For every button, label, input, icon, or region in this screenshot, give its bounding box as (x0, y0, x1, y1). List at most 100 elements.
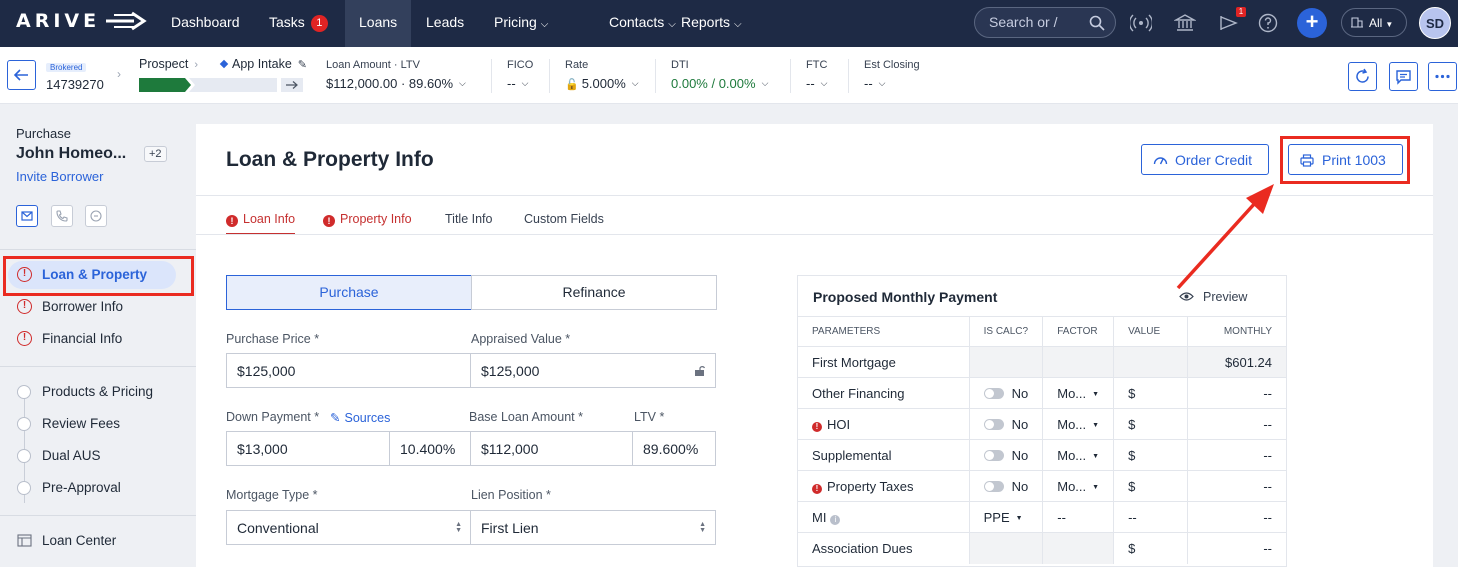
mail-icon (21, 211, 33, 221)
email-button[interactable] (16, 205, 38, 227)
preview-button[interactable]: Preview (1179, 290, 1247, 304)
table-row: ! Property Taxes No Mo... ▼ $ -- (798, 470, 1286, 502)
column-header: PARAMETERS (798, 316, 970, 347)
chevron-down-icon[interactable]: ⌵ (459, 78, 466, 88)
factor-select[interactable]: Mo... ▼ (1042, 470, 1115, 502)
notification-badge: 1 (1236, 7, 1246, 17)
tab-property-info[interactable]: ! Property Info (323, 212, 412, 227)
borrower-name[interactable]: John Homeo... (16, 145, 126, 163)
arive-logo[interactable]: ARIVE (16, 10, 147, 32)
stage-current[interactable]: App Intake ✎ (219, 57, 307, 71)
value-input[interactable]: $ (1113, 377, 1188, 409)
factor-select[interactable]: Mo... ▼ (1042, 377, 1115, 409)
back-button[interactable] (7, 60, 36, 90)
sidebar-item-products-pricing[interactable]: Products & Pricing (0, 376, 196, 408)
value-input[interactable]: $ (1113, 470, 1188, 502)
toggle-switch[interactable] (983, 387, 1004, 399)
loan-center-icon (17, 534, 32, 547)
down-payment-percent-input[interactable]: 10.400% (389, 431, 471, 466)
calc-toggle[interactable]: No (969, 408, 1044, 440)
bank-icon[interactable] (1174, 12, 1196, 34)
mortgage-type-select[interactable]: Conventional ▲ ▼ (226, 510, 472, 545)
sms-button[interactable] (85, 205, 107, 227)
caret-down-icon: ▼ (1092, 421, 1100, 429)
user-avatar[interactable]: SD (1419, 7, 1451, 39)
caret-down-icon: ▼ (1092, 390, 1100, 398)
tab-custom-fields[interactable]: Custom Fields (524, 212, 604, 226)
sources-link[interactable]: ✎ Sources (330, 410, 390, 425)
rate-field[interactable]: Rate 🔓 5.000% ⌵ (565, 59, 639, 91)
est-closing-field[interactable]: Est Closing -- ⌵ (864, 59, 920, 91)
help-icon[interactable] (1257, 12, 1279, 34)
additional-borrowers-badge[interactable]: +2 (144, 146, 167, 162)
order-credit-button[interactable]: Order Credit (1141, 144, 1269, 175)
nav-leads[interactable]: Leads (414, 0, 476, 47)
factor-select[interactable]: Mo... ▼ (1042, 408, 1115, 440)
purpose-refinance-option[interactable]: Refinance (471, 275, 717, 310)
nav-pricing[interactable]: Pricing ⌵ (482, 0, 560, 47)
invite-borrower-link[interactable]: Invite Borrower (16, 169, 103, 184)
sidebar-item-financial-info[interactable]: ! Financial Info (0, 323, 196, 355)
refresh-button[interactable] (1348, 62, 1377, 91)
purpose-purchase-option[interactable]: Purchase (226, 275, 472, 310)
base-loan-amount-input[interactable]: $112,000 (470, 431, 633, 466)
caret-down-icon: ▼ (1385, 20, 1394, 29)
calc-toggle[interactable]: No (969, 377, 1044, 409)
mi-source-select[interactable]: PPE ▼ (969, 501, 1044, 533)
toggle-switch[interactable] (983, 480, 1004, 492)
tab-title-info[interactable]: Title Info (445, 212, 492, 226)
company-filter-select[interactable]: All ▼ (1341, 8, 1407, 37)
calc-toggle[interactable]: No (969, 470, 1044, 502)
chevron-down-icon: ⌵ (540, 19, 549, 30)
value-input[interactable]: $ (1113, 439, 1188, 471)
global-search-input[interactable]: Search or / (974, 7, 1116, 38)
table-row: Other Financing No Mo... ▼ $ -- (798, 377, 1286, 409)
toggle-switch[interactable] (983, 418, 1004, 430)
error-icon: ! (17, 331, 32, 346)
ftc-field[interactable]: FTC -- ⌵ (806, 59, 828, 91)
down-payment-label: Down Payment * (226, 410, 320, 424)
lien-position-label: Lien Position * (471, 488, 551, 502)
page-title: Loan & Property Info (226, 148, 434, 171)
dti-field[interactable]: DTI 0.00% / 0.00% ⌵ (671, 59, 768, 91)
appraised-value-input[interactable]: $125,000 (470, 353, 716, 388)
loan-purpose: Purchase (16, 126, 71, 141)
building-icon (1351, 17, 1363, 28)
value-input[interactable]: $ (1113, 532, 1188, 564)
create-new-button[interactable]: + (1297, 8, 1327, 38)
sort-arrows-icon: ▲ ▼ (455, 521, 462, 534)
annotation-arrow-icon (1176, 184, 1274, 290)
table-row: First Mortgage $601.24 (798, 346, 1286, 378)
value-input[interactable]: $ (1113, 408, 1188, 440)
purchase-price-input[interactable]: $125,000 (226, 353, 472, 388)
ltv-input[interactable]: 89.600% (632, 431, 716, 466)
sidebar-item-review-fees[interactable]: Review Fees (0, 408, 196, 440)
nav-tasks[interactable]: Tasks 1 (257, 0, 340, 47)
sidebar-item-pre-approval[interactable]: Pre-Approval (0, 472, 196, 504)
nav-reports[interactable]: Reports ⌵ (669, 0, 754, 47)
fico-field[interactable]: FICO -- ⌵ (507, 59, 533, 91)
info-icon[interactable]: i (830, 514, 841, 525)
toggle-switch[interactable] (983, 449, 1004, 461)
chevron-down-icon: ⌵ (878, 78, 886, 88)
calc-toggle[interactable]: No (969, 439, 1044, 471)
down-payment-input[interactable]: $13,000 (226, 431, 390, 466)
nav-loans[interactable]: Loans (345, 0, 412, 47)
sidebar-item-loan-center[interactable]: Loan Center (0, 525, 196, 557)
mortgage-type-label: Mortgage Type * (226, 488, 318, 502)
call-button[interactable] (51, 205, 73, 227)
chevron-down-icon: ⌵ (820, 78, 828, 88)
lien-position-select[interactable]: First Lien ▲ ▼ (470, 510, 716, 545)
factor-select[interactable]: Mo... ▼ (1042, 439, 1115, 471)
stage-previous: Prospect › (139, 57, 199, 71)
more-options-button[interactable] (1428, 62, 1457, 91)
error-icon: ! (226, 215, 238, 227)
tab-loan-info[interactable]: ! Loan Info (226, 212, 295, 227)
nav-dashboard[interactable]: Dashboard (159, 0, 252, 47)
sidebar-item-dual-aus[interactable]: Dual AUS (0, 440, 196, 472)
messages-button[interactable] (1389, 62, 1418, 91)
broadcast-icon[interactable] (1130, 12, 1152, 34)
step-dot-icon (17, 417, 31, 431)
error-icon: ! (812, 483, 822, 494)
column-header: MONTHLY (1187, 316, 1286, 347)
